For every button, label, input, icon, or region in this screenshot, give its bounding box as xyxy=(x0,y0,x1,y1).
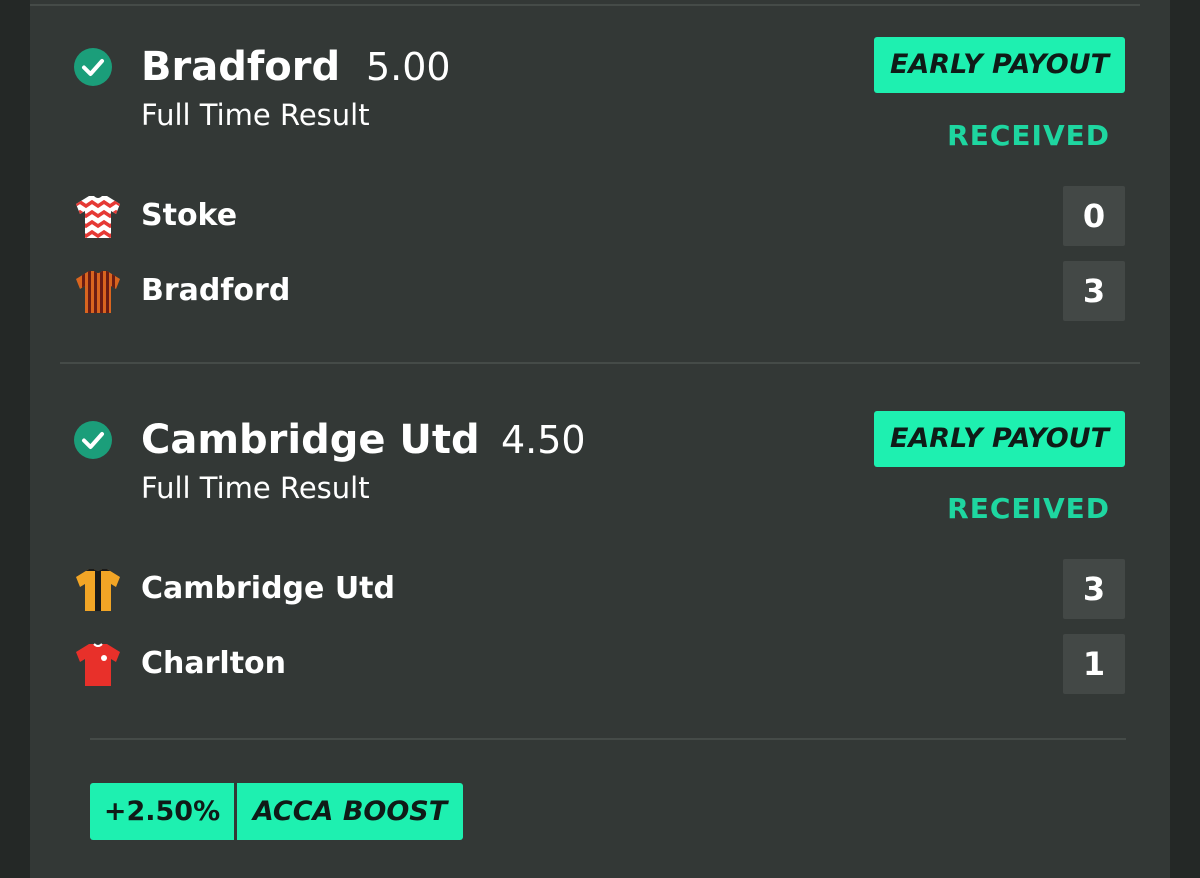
check-circle-icon xyxy=(74,48,112,86)
check-circle-icon xyxy=(74,421,112,459)
payout-received-status: RECEIVED xyxy=(947,492,1110,525)
selection-name: Bradford xyxy=(141,44,341,90)
team-row-home: Cambridge Utd 3 xyxy=(30,559,1170,619)
team-score: 3 xyxy=(1063,559,1125,619)
stoke-shirt-icon xyxy=(76,196,120,238)
top-divider xyxy=(30,4,1140,6)
selection-odds: 5.00 xyxy=(366,45,451,89)
charlton-shirt-icon xyxy=(76,643,120,686)
payout-received-status: RECEIVED xyxy=(947,119,1110,152)
team-name: Cambridge Utd xyxy=(141,571,395,606)
bet-card: Bradford 5.00 Full Time Result EARLY PAY… xyxy=(30,0,1170,878)
cambridge-utd-shirt-icon xyxy=(76,569,120,611)
selection-name: Cambridge Utd xyxy=(141,417,480,463)
acca-boost-label: ACCA BOOST xyxy=(237,783,463,840)
team-name: Stoke xyxy=(141,198,238,233)
team-score: 3 xyxy=(1063,261,1125,321)
early-payout-badge: EARLY PAYOUT xyxy=(874,37,1125,93)
team-name: Bradford xyxy=(141,273,291,308)
bradford-shirt-icon xyxy=(76,271,120,313)
team-row-away: Bradford 3 xyxy=(30,261,1170,321)
market-name: Full Time Result xyxy=(141,471,370,505)
team-row-away: Charlton 1 xyxy=(30,634,1170,694)
team-score: 0 xyxy=(1063,186,1125,246)
selection-divider xyxy=(60,362,1140,364)
team-row-home: Stoke 0 xyxy=(30,186,1170,246)
early-payout-badge: EARLY PAYOUT xyxy=(874,411,1125,467)
acca-boost-percent: +2.50% xyxy=(90,783,234,840)
team-name: Charlton xyxy=(141,646,287,681)
market-name: Full Time Result xyxy=(141,98,370,132)
selection-odds: 4.50 xyxy=(501,418,586,462)
acca-boost-badge: +2.50% ACCA BOOST xyxy=(90,783,463,840)
boost-divider xyxy=(90,738,1126,740)
team-score: 1 xyxy=(1063,634,1125,694)
